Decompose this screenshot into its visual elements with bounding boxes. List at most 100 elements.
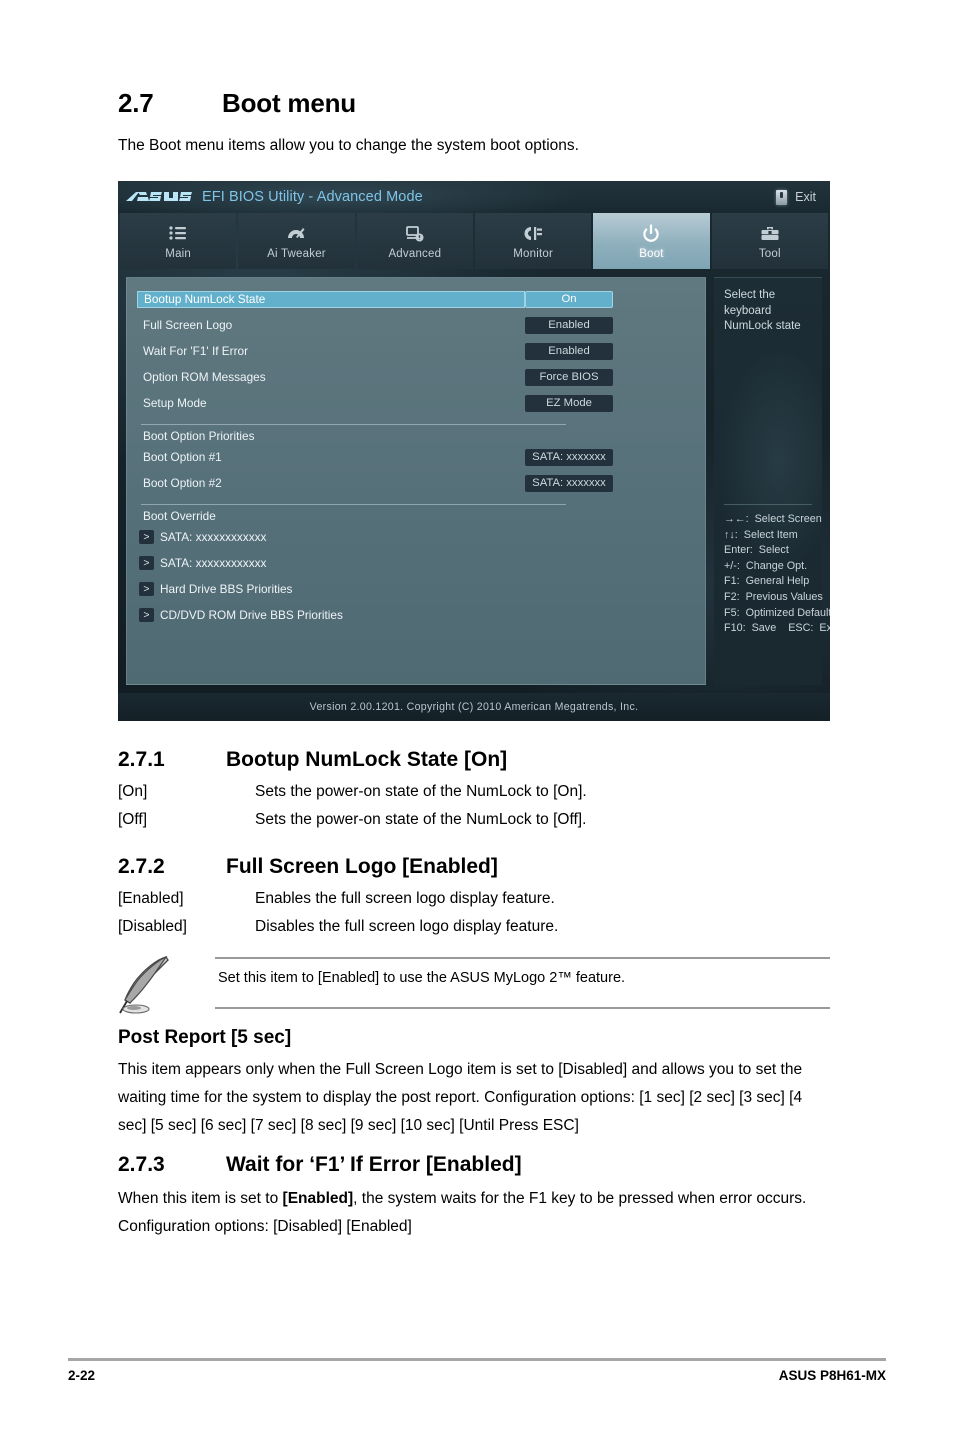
footer-page-number: 2-22 (68, 1368, 96, 1383)
bios-body: Bootup NumLock State On Full Screen Logo… (118, 269, 830, 693)
boot-override-label: SATA: xxxxxxxxxxxx (160, 530, 267, 544)
bios-screenshot: EFI BIOS Utility - Advanced Mode Exit Ma… (118, 181, 830, 721)
boot-override-item[interactable]: > SATA: xxxxxxxxxxxx (137, 524, 695, 550)
setting-value[interactable]: EZ Mode (525, 394, 613, 412)
setting-row[interactable]: Wait For 'F1' If Error Enabled (137, 338, 695, 364)
boot-override-item[interactable]: > SATA: xxxxxxxxxxxx (137, 550, 695, 576)
setting-label: Bootup NumLock State (144, 292, 266, 306)
body-273-bold: [Enabled] (282, 1190, 354, 1207)
list-icon (168, 223, 188, 245)
setting-label: Setup Mode (143, 396, 207, 410)
definition-row: [Disabled] Disables the full screen logo… (118, 913, 558, 941)
bios-version-footer: Version 2.00.1201. Copyright (C) 2010 Am… (118, 693, 830, 721)
setting-label-wrap: Setup Mode (137, 395, 525, 412)
tab-ai-tweaker[interactable]: Ai Tweaker (238, 213, 355, 269)
tab-label: Monitor (513, 247, 554, 260)
exit-button[interactable]: Exit (776, 189, 816, 205)
bios-version-text: Version 2.00.1201. Copyright (C) 2010 Am… (309, 701, 639, 713)
exit-icon (776, 189, 788, 205)
boot-override-label: Hard Drive BBS Priorities (160, 582, 293, 596)
setting-value[interactable]: On (525, 290, 613, 308)
help-text: Select the keyboard NumLock state (724, 289, 801, 333)
setting-value[interactable]: Enabled (525, 342, 613, 360)
post-report-body: This item appears only when the Full Scr… (118, 1056, 834, 1140)
setting-row[interactable]: Setup Mode EZ Mode (137, 390, 695, 416)
footer-rule (68, 1358, 886, 1361)
setting-value[interactable]: Force BIOS (525, 368, 613, 386)
tweaker-icon (285, 223, 307, 245)
definition-desc: Sets the power-on state of the NumLock t… (255, 811, 587, 828)
heading-number: 2.7.3 (118, 1153, 165, 1176)
body-273: When this item is set to [Enabled], the … (118, 1185, 834, 1241)
setting-label-wrap: Option ROM Messages (137, 369, 525, 386)
boot-priorities-title: Boot Option Priorities (143, 429, 255, 443)
key-legend: →←: Select Screen ↑↓: Select Item Enter:… (724, 503, 830, 637)
chevron-right-icon: > (139, 582, 154, 596)
chevron-right-icon: > (139, 530, 154, 544)
section-title: Boot menu (222, 88, 356, 118)
footer-product-name: ASUS P8H61-MX (778, 1368, 886, 1383)
definition-term: [Off] (118, 811, 148, 828)
post-report-line1: This item appears only when the Full Scr… (118, 1061, 752, 1078)
key-legend-line: ↑↓: Select Item (724, 528, 798, 541)
key-legend-line: Enter: Select (724, 544, 789, 557)
tab-monitor[interactable]: Monitor (474, 213, 592, 269)
definition-desc: Sets the power-on state of the NumLock t… (255, 783, 587, 800)
body-273-pre: When this item is set to (118, 1190, 283, 1207)
page-title: 2.7 Boot menu (118, 88, 356, 119)
definition-term: [Disabled] (118, 918, 187, 935)
setting-value[interactable]: Enabled (525, 316, 613, 334)
heading-title: Bootup NumLock State [On] (226, 748, 508, 771)
toolbox-icon (760, 223, 780, 245)
section-divider (141, 424, 566, 425)
note-rule-bottom (215, 1007, 830, 1009)
heading-post-report: Post Report [5 sec] (118, 1027, 292, 1048)
tab-advanced[interactable]: Advanced (356, 213, 473, 269)
note-box: Set this item to [Enabled] to use the AS… (118, 955, 830, 1015)
pencil-note-icon (118, 953, 190, 1015)
boot-option-row[interactable]: Boot Option #2 SATA: xxxxxxx (137, 470, 695, 496)
definition-desc: Disables the full screen logo display fe… (255, 918, 559, 935)
bios-tab-bar: Main Ai Tweaker Advanced Monitor Boot To… (118, 213, 830, 269)
asus-logo-icon (126, 190, 192, 205)
heading-title: Wait for ‘F1’ If Error [Enabled] (226, 1153, 522, 1176)
chevron-right-icon: > (139, 556, 154, 570)
boot-override-item[interactable]: > CD/DVD ROM Drive BBS Priorities (137, 602, 695, 628)
boot-option-value[interactable]: SATA: xxxxxxx (525, 448, 613, 466)
definition-list-271: [On] Sets the power-on state of the NumL… (118, 778, 587, 834)
boot-override-label: SATA: xxxxxxxxxxxx (160, 556, 267, 570)
setting-row[interactable]: Full Screen Logo Enabled (137, 312, 695, 338)
setting-label-wrap: Bootup NumLock State (137, 290, 525, 308)
key-legend-line: →←: Select Screen (724, 512, 822, 525)
section-intro: The Boot menu items allow you to change … (118, 137, 579, 154)
tab-main[interactable]: Main (120, 213, 237, 269)
boot-option-label: Boot Option #1 (143, 450, 222, 464)
boot-override-item[interactable]: > Hard Drive BBS Priorities (137, 576, 695, 602)
setting-label-wrap: Full Screen Logo (137, 317, 525, 334)
setting-row[interactable]: Bootup NumLock State On (137, 286, 695, 312)
heading-271: 2.7.1 Bootup NumLock State [On] (118, 748, 507, 772)
key-legend-line: F1: General Help (724, 575, 810, 588)
definition-list-272: [Enabled] Enables the full screen logo d… (118, 885, 558, 941)
note-text: Set this item to [Enabled] to use the AS… (218, 970, 626, 986)
key-legend-line: F5: Optimized Defaults (724, 606, 830, 619)
setting-label-wrap: Wait For 'F1' If Error (137, 343, 525, 360)
definition-term: [On] (118, 783, 148, 800)
setting-label: Option ROM Messages (143, 370, 266, 384)
section-number: 2.7 (118, 88, 154, 118)
exit-label: Exit (795, 190, 816, 204)
definition-term: [Enabled] (118, 890, 184, 907)
boot-option-row[interactable]: Boot Option #1 SATA: xxxxxxx (137, 444, 695, 470)
tab-label: Tool (758, 247, 781, 260)
definition-row: [On] Sets the power-on state of the NumL… (118, 778, 587, 806)
tab-tool[interactable]: Tool (711, 213, 828, 269)
tab-label: Boot (639, 247, 664, 260)
setting-row[interactable]: Option ROM Messages Force BIOS (137, 364, 695, 390)
settings-pane: Bootup NumLock State On Full Screen Logo… (126, 277, 706, 685)
section-divider (141, 504, 566, 505)
tab-boot[interactable]: Boot (593, 213, 710, 269)
setting-label: Full Screen Logo (143, 318, 233, 332)
setting-label-wrap: Boot Option #2 (137, 475, 525, 492)
boot-option-value[interactable]: SATA: xxxxxxx (525, 474, 613, 492)
boot-override-label: CD/DVD ROM Drive BBS Priorities (160, 608, 343, 622)
